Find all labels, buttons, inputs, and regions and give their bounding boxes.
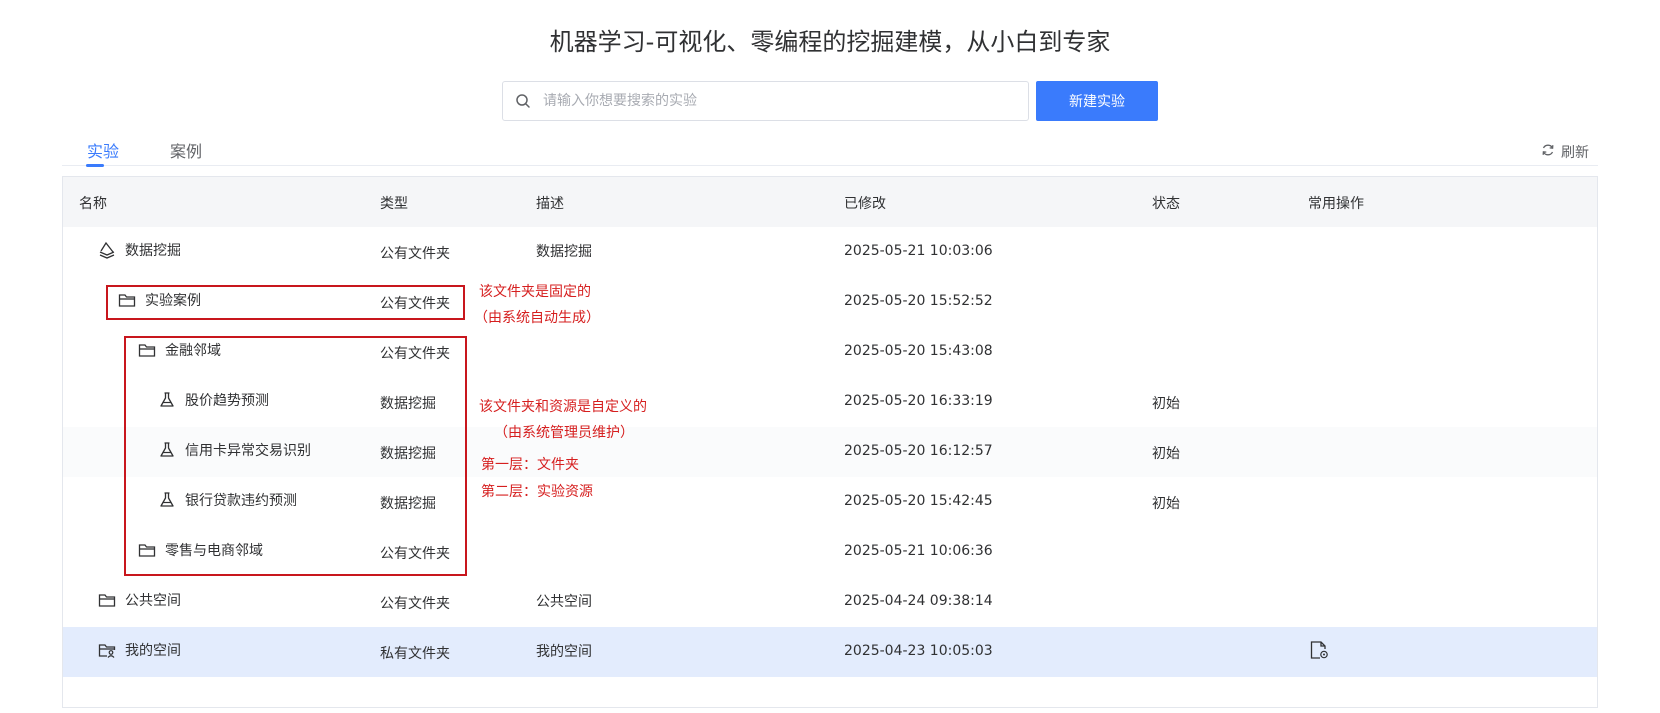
custom-folder-highlight — [124, 336, 467, 576]
row-status: 初始 — [1152, 496, 1180, 512]
col-desc[interactable]: 描述 — [536, 193, 564, 213]
row-modified: 2025-05-21 10:03:06 — [844, 243, 993, 259]
page-title: 机器学习-可视化、零编程的挖掘建模，从小白到专家 — [549, 28, 1111, 56]
annotation-layer2: 第二层：实验资源 — [481, 484, 593, 500]
fixed-folder-highlight — [106, 285, 465, 320]
row-name[interactable]: 我的空间 — [97, 640, 181, 660]
active-tab-indicator — [86, 164, 104, 167]
annotation-fixed-line1: 该文件夹是固定的 — [479, 284, 591, 300]
folder-icon — [97, 590, 117, 610]
row-type: 公有文件夹 — [380, 596, 450, 612]
settings-file-icon[interactable] — [1308, 639, 1330, 665]
table-header: 名称 类型 描述 已修改 状态 常用操作 — [63, 177, 1597, 227]
row-name[interactable]: 公共空间 — [97, 590, 181, 610]
layers-icon — [97, 240, 117, 260]
row-modified: 2025-04-24 09:38:14 — [844, 593, 993, 609]
col-ops: 常用操作 — [1308, 196, 1364, 212]
row-modified: 2025-05-20 15:52:52 — [844, 293, 993, 309]
annotation-custom-line1: 该文件夹和资源是自定义的 — [479, 399, 647, 415]
user-folder-icon — [97, 640, 117, 660]
tab-experiments[interactable]: 实验 — [87, 138, 119, 162]
row-modified: 2025-05-21 10:06:36 — [844, 543, 993, 559]
row-modified: 2025-05-20 15:43:08 — [844, 343, 993, 359]
search-box[interactable] — [502, 81, 1029, 121]
row-type: 私有文件夹 — [380, 646, 450, 662]
search-icon — [503, 82, 543, 120]
row-status: 初始 — [1152, 446, 1180, 462]
table-row[interactable]: 我的空间 私有文件夹 我的空间 2025-04-23 10:05:03 — [63, 627, 1597, 677]
row-type: 公有文件夹 — [380, 246, 450, 262]
table-row[interactable]: 公共空间 公有文件夹 公共空间 2025-04-24 09:38:14 — [63, 577, 1597, 627]
row-desc: 公共空间 — [536, 594, 592, 610]
annotation-layer1: 第一层：文件夹 — [481, 457, 579, 473]
col-name[interactable]: 名称 — [79, 193, 107, 213]
table-row[interactable]: 数据挖掘 公有文件夹 数据挖掘 2025-05-21 10:03:06 — [63, 227, 1597, 277]
col-type[interactable]: 类型 — [380, 193, 408, 213]
row-desc: 数据挖掘 — [536, 244, 592, 260]
col-modified[interactable]: 已修改 — [844, 193, 886, 213]
row-modified: 2025-05-20 15:42:45 — [844, 493, 993, 509]
refresh-button[interactable]: 刷新 — [1541, 142, 1589, 162]
tab-bar: 实验 案例 — [62, 128, 1598, 167]
row-modified: 2025-05-20 16:12:57 — [844, 443, 993, 459]
row-modified: 2025-04-23 10:05:03 — [844, 643, 993, 659]
col-status[interactable]: 状态 — [1152, 193, 1180, 213]
search-input[interactable] — [543, 83, 1013, 119]
row-modified: 2025-05-20 16:33:19 — [844, 393, 993, 409]
experiment-page: 机器学习-可视化、零编程的挖掘建模，从小白到专家 新建实验 实验 案例 刷新 名… — [0, 0, 1660, 713]
annotation-fixed-line2: （由系统自动生成） — [474, 310, 600, 326]
new-experiment-button[interactable]: 新建实验 — [1036, 81, 1158, 121]
tab-cases[interactable]: 案例 — [170, 138, 202, 162]
annotation-custom-line2: （由系统管理员维护） — [494, 425, 634, 441]
refresh-label: 刷新 — [1561, 145, 1589, 161]
row-status: 初始 — [1152, 396, 1180, 412]
row-desc: 我的空间 — [536, 644, 592, 660]
refresh-icon — [1541, 143, 1555, 161]
row-name[interactable]: 数据挖掘 — [97, 240, 181, 260]
